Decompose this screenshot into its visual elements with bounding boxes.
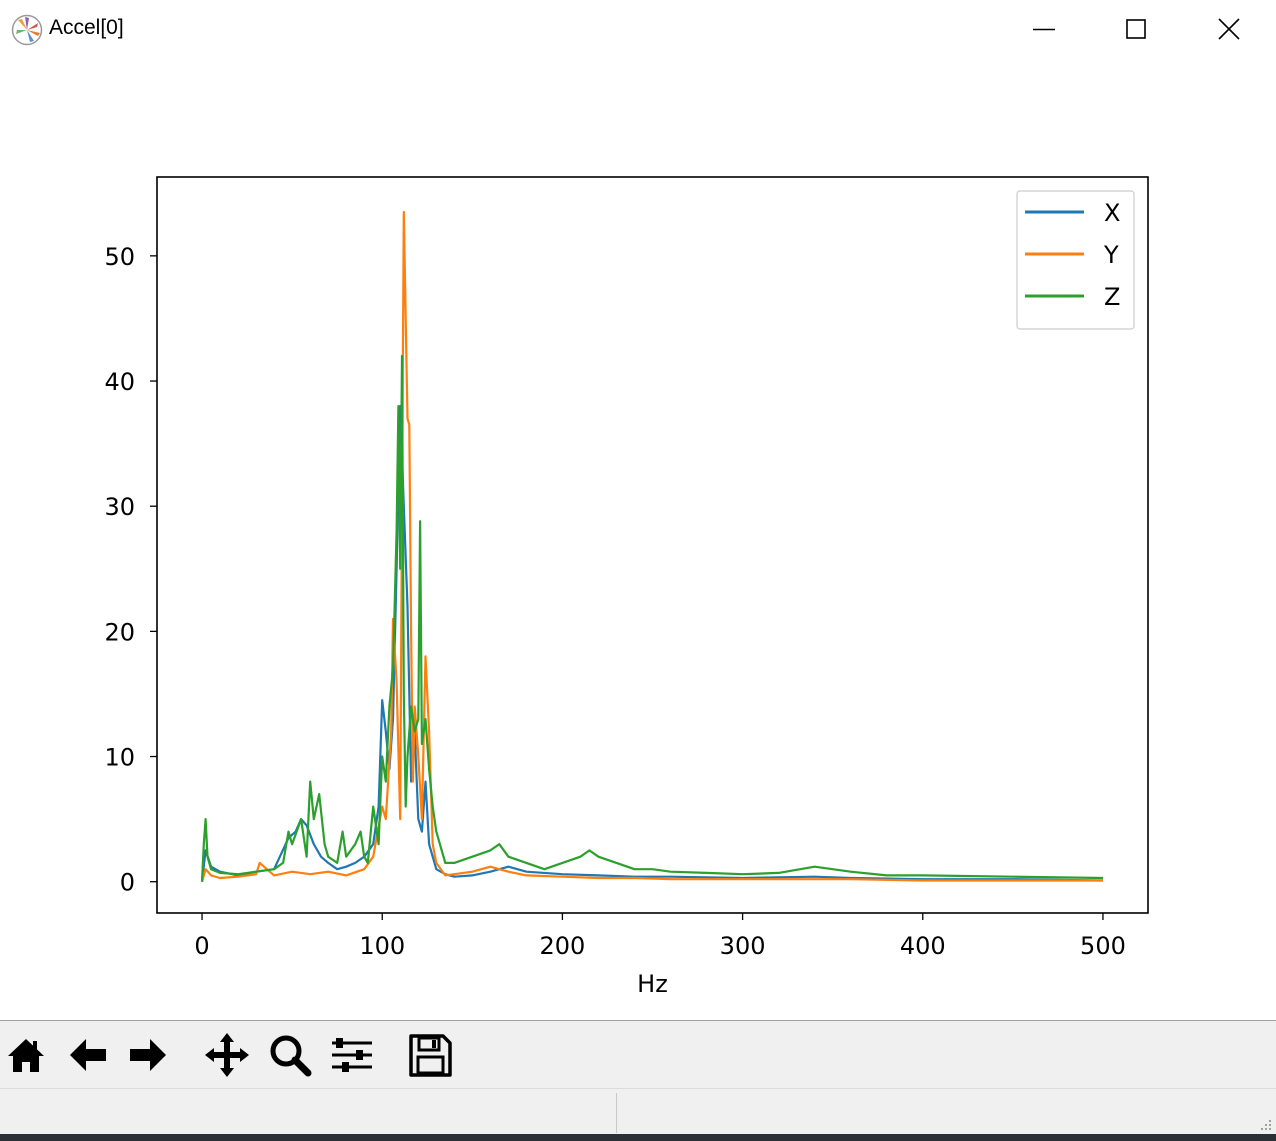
maximize-button[interactable]	[1090, 0, 1182, 58]
x-tick-label: 100	[359, 932, 405, 960]
back-button[interactable]	[64, 1031, 112, 1079]
x-tick-label: 400	[900, 932, 946, 960]
navigation-toolbar	[0, 1020, 1276, 1089]
y-tick-label: 30	[104, 493, 135, 521]
legend-label-x: X	[1104, 199, 1120, 227]
matplotlib-logo-icon	[11, 14, 43, 46]
maximize-icon	[1126, 19, 1146, 39]
series-line-x	[200, 405, 1104, 882]
series-line-y	[200, 210, 1103, 883]
axes-frame	[156, 176, 1149, 914]
close-icon	[1218, 18, 1240, 40]
figure-canvas[interactable]: 0 100 200 300 400 500 0 10 20 30 40 50 Hz X Y Z	[0, 58, 1276, 1020]
title-bar: Accel[0]	[0, 0, 1276, 58]
back-arrow-icon	[70, 1039, 106, 1071]
home-icon	[8, 1039, 44, 1072]
legend-label-y: Y	[1103, 241, 1119, 269]
line-chart: 0 100 200 300 400 500 0 10 20 30 40 50 Hz XYZ	[104, 176, 1149, 998]
y-tick-label: 50	[104, 243, 135, 271]
x-tick-label: 0	[194, 932, 209, 960]
pan-button[interactable]	[203, 1031, 251, 1079]
y-tick-label: 0	[120, 869, 135, 897]
zoom-magnifier-icon	[270, 1035, 312, 1077]
minimize-icon	[1033, 28, 1055, 31]
pan-move-icon	[205, 1033, 249, 1077]
forward-arrow-icon	[130, 1039, 166, 1071]
save-button[interactable]	[406, 1031, 454, 1079]
configure-subplots-button[interactable]	[328, 1031, 376, 1079]
resize-grip-icon[interactable]	[1258, 1117, 1272, 1131]
zoom-button[interactable]	[266, 1031, 314, 1079]
forward-button[interactable]	[124, 1031, 172, 1079]
status-separator	[616, 1093, 617, 1133]
x-tick-label: 300	[720, 932, 766, 960]
window-title: Accel[0]	[49, 16, 124, 39]
status-bar	[0, 1088, 1276, 1135]
close-button[interactable]	[1183, 0, 1275, 58]
x-axis-label: Hz	[637, 970, 668, 998]
x-tick-label: 200	[540, 932, 586, 960]
subplots-sliders-icon	[332, 1038, 372, 1072]
desktop-taskbar-edge	[0, 1134, 1276, 1141]
x-tick-label: 500	[1080, 932, 1126, 960]
y-tick-label: 40	[104, 368, 135, 396]
legend-label-z: Z	[1104, 283, 1120, 311]
home-button[interactable]	[2, 1031, 50, 1079]
series-line-z	[200, 354, 1104, 882]
minimize-button[interactable]	[998, 0, 1090, 58]
save-floppy-icon	[409, 1034, 452, 1077]
y-tick-label: 20	[104, 618, 135, 646]
y-tick-label: 10	[104, 744, 135, 772]
